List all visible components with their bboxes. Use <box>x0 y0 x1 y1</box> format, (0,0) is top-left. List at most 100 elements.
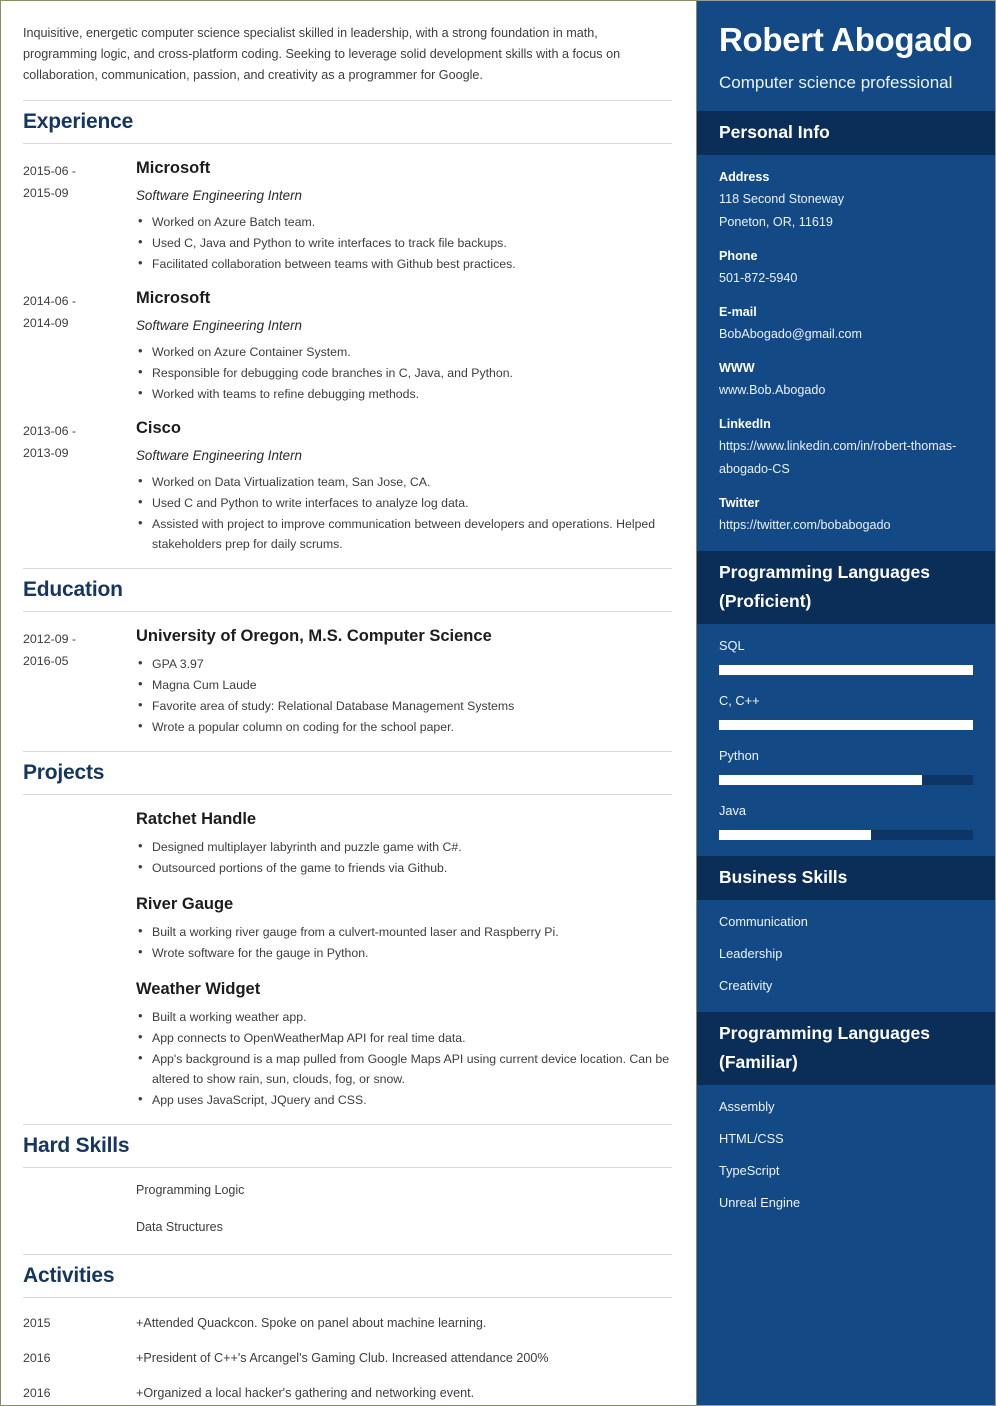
personal-info-label: E-mail <box>719 305 757 319</box>
skill-row: Java <box>719 801 973 840</box>
bullet-item: Responsible for debugging code branches … <box>136 362 672 383</box>
activity-text: +Organized a local hacker's gathering an… <box>136 1386 475 1400</box>
bullet-item: App uses JavaScript, JQuery and CSS. <box>136 1089 672 1110</box>
entry-body: University of Oregon, M.S. Computer Scie… <box>136 626 672 737</box>
entry-organization: Cisco <box>136 419 181 437</box>
sidebar-list-item: Creativity <box>719 978 773 993</box>
timeline-entry: 2015-06 - 2015-09 Microsoft Software Engine… <box>23 158 672 274</box>
skill-name: SQL <box>719 638 745 653</box>
entry-date-start: 2015-06 - <box>23 164 77 178</box>
bullet-item: Facilitated collaboration between teams … <box>136 253 672 274</box>
bullet-list: Built a working weather app.App connects… <box>136 1006 672 1110</box>
sidebar-heading-personal-info: Personal Info <box>697 111 995 155</box>
personal-info-field: LinkedIn https://www.linkedin.com/in/robe… <box>719 414 973 481</box>
proficient-skills-list: SQL C, C++ Python Java <box>697 624 995 856</box>
section-heading-hard-skills: Hard Skills <box>23 1124 672 1168</box>
entry-role: Software Engineering Intern <box>136 188 302 203</box>
sidebar-heading-languages-familiar: Programming Languages (Familiar) <box>697 1012 995 1085</box>
entry-body: Microsoft Software Engineering Intern Work… <box>136 158 672 274</box>
experience-list: 2015-06 - 2015-09 Microsoft Software Engine… <box>23 158 672 554</box>
sidebar-list-item: Assembly <box>719 1099 775 1114</box>
project-entry: River Gauge Built a working river gauge f… <box>23 894 672 963</box>
bullet-list: Worked on Data Virtualization team, San … <box>136 471 672 554</box>
personal-info-value[interactable]: www.Bob.Abogado <box>719 379 973 402</box>
resume-page: Inquisitive, energetic computer science … <box>0 0 996 1406</box>
bullet-item: App's background is a map pulled from Go… <box>136 1048 672 1089</box>
section-education: Education 2012-09 - 2016-05 University of … <box>23 568 672 737</box>
sidebar-list-item: Leadership <box>719 946 783 961</box>
bullet-item: Worked on Data Virtualization team, San … <box>136 471 672 492</box>
skill-row: C, C++ <box>719 691 973 730</box>
activity-row: 2015 +Attended Quackcon. Spoke on panel a… <box>23 1314 672 1333</box>
sidebar-list-item: Communication <box>719 914 808 929</box>
section-heading-projects: Projects <box>23 751 672 795</box>
personal-info-list: Address 118 Second Stoneway Poneton, OR, 1… <box>697 155 995 551</box>
bullet-item: Worked on Azure Batch team. <box>136 211 672 232</box>
personal-info-value[interactable]: https://www.linkedin.com/in/robert-thoma… <box>719 435 973 481</box>
entry-role: Software Engineering Intern <box>136 318 302 333</box>
skill-level-fill <box>719 830 872 840</box>
activity-year: 2016 <box>23 1351 51 1365</box>
activity-text: +President of C++'s Arcangel's Gaming Cl… <box>136 1351 549 1365</box>
personal-info-value[interactable]: https://twitter.com/bobabogado <box>719 514 973 537</box>
candidate-role: Computer science professional <box>719 73 953 92</box>
personal-info-value[interactable]: BobAbogado@gmail.com <box>719 323 973 346</box>
personal-info-field: Phone 501-872-5940 <box>719 246 973 290</box>
bullet-item: Designed multiplayer labyrinth and puzzl… <box>136 836 672 857</box>
personal-info-value[interactable]: 118 Second Stoneway <box>719 188 973 211</box>
bullet-item: App connects to OpenWeatherMap API for r… <box>136 1027 672 1048</box>
entry-date-end: 2013-09 <box>23 446 69 460</box>
personal-info-field: Twitter https://twitter.com/bobabogado <box>719 493 973 537</box>
personal-info-field: WWW www.Bob.Abogado <box>719 358 973 402</box>
entry-body: Microsoft Software Engineering Intern Work… <box>136 288 672 404</box>
section-heading-experience: Experience <box>23 100 672 144</box>
entry-date-range: 2013-06 - 2013-09 <box>23 418 136 554</box>
personal-info-value[interactable]: 501-872-5940 <box>719 267 973 290</box>
skill-name: Java <box>719 803 747 818</box>
sidebar-list-item: Unreal Engine <box>719 1195 801 1210</box>
entry-date-start: 2014-06 - <box>23 294 77 308</box>
sidebar-heading-languages-proficient: Programming Languages (Proficient) <box>697 551 995 624</box>
project-entry: Weather Widget Built a working weather ap… <box>23 979 672 1110</box>
hard-skill-item: Data Structures <box>136 1220 223 1234</box>
personal-info-label: LinkedIn <box>719 417 771 431</box>
personal-info-label: WWW <box>719 361 755 375</box>
entry-organization: Microsoft <box>136 159 211 177</box>
personal-info-field: E-mail BobAbogado@gmail.com <box>719 302 973 346</box>
main-content-column: Inquisitive, energetic computer science … <box>0 0 697 1406</box>
projects-list: Ratchet Handle Designed multiplayer labyr… <box>23 809 672 1110</box>
project-title: River Gauge <box>136 895 234 913</box>
project-title: Weather Widget <box>136 980 261 998</box>
section-activities: Activities 2015 +Attended Quackcon. Spoke… <box>23 1254 672 1403</box>
business-skills-list: Communication Leadership Creativity <box>697 900 995 1012</box>
bullet-item: Worked on Azure Container System. <box>136 341 672 362</box>
sidebar-column: Robert Abogado Computer science professi… <box>697 0 996 1406</box>
sidebar-list-item: TypeScript <box>719 1163 780 1178</box>
entry-date-range: 2012-09 - 2016-05 <box>23 626 136 737</box>
activity-text: +Attended Quackcon. Spoke on panel about… <box>136 1316 487 1330</box>
timeline-entry: 2014-06 - 2014-09 Microsoft Software Engine… <box>23 288 672 404</box>
bullet-item: Magna Cum Laude <box>136 674 672 695</box>
entry-date-range: 2015-06 - 2015-09 <box>23 158 136 274</box>
hard-skill-item: Programming Logic <box>136 1183 245 1197</box>
timeline-entry: 2013-06 - 2013-09 Cisco Software Engineerin… <box>23 418 672 554</box>
section-hard-skills: Hard Skills Programming Logic Data Struct… <box>23 1124 672 1237</box>
project-title: Ratchet Handle <box>136 810 257 828</box>
personal-info-label: Twitter <box>719 496 760 510</box>
section-projects: Projects Ratchet Handle Designed multipla… <box>23 751 672 1110</box>
professional-summary: Inquisitive, energetic computer science … <box>23 26 621 82</box>
skill-row: SQL <box>719 636 973 675</box>
bullet-item: Wrote a popular column on coding for the… <box>136 716 672 737</box>
sidebar-heading-business-skills: Business Skills <box>697 856 995 900</box>
personal-info-value[interactable]: Poneton, OR, 11619 <box>719 211 973 234</box>
section-heading-activities: Activities <box>23 1254 672 1298</box>
sidebar-list-item: HTML/CSS <box>719 1131 784 1146</box>
skill-name: C, C++ <box>719 693 760 708</box>
bullet-item: GPA 3.97 <box>136 653 672 674</box>
entry-body: Cisco Software Engineering Intern Worked o… <box>136 418 672 554</box>
entry-date-end: 2014-09 <box>23 316 69 330</box>
personal-info-label: Address <box>719 170 770 184</box>
activities-list: 2015 +Attended Quackcon. Spoke on panel a… <box>23 1314 672 1403</box>
bullet-item: Used C, Java and Python to write interfa… <box>136 232 672 253</box>
education-list: 2012-09 - 2016-05 University of Oregon, M.… <box>23 626 672 737</box>
